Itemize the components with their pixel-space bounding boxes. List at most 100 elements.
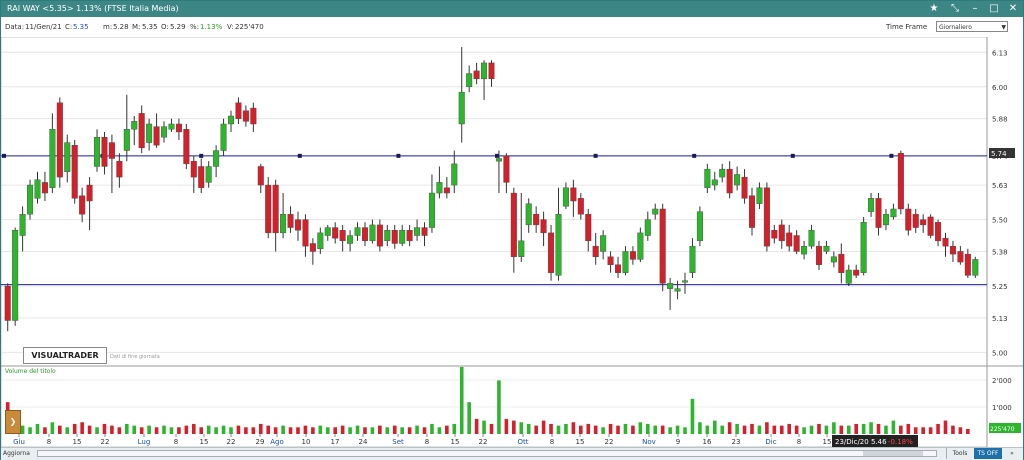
candle-body <box>964 253 971 276</box>
candle-body <box>897 152 904 210</box>
candle-body <box>354 227 361 236</box>
pct-value: 1.13% <box>200 23 223 31</box>
volume-bar <box>809 425 814 434</box>
candle-body <box>64 142 71 172</box>
close-icon[interactable]: ✕ <box>1004 1 1022 17</box>
volume-bar <box>244 427 248 434</box>
volume-bar <box>154 427 159 434</box>
star-icon[interactable]: ★ <box>925 1 943 17</box>
volume-bar <box>325 427 330 434</box>
volume-bar <box>206 425 211 434</box>
candle-body <box>369 224 376 242</box>
scrollbar-thumb[interactable] <box>863 451 923 456</box>
volume-bar <box>608 423 613 434</box>
candle-body <box>86 184 93 202</box>
minimize-icon[interactable]: – <box>966 1 984 17</box>
candle-body <box>659 208 666 284</box>
date-tick: 8 <box>425 438 429 446</box>
candle-body <box>882 214 889 226</box>
candle-body <box>250 107 257 125</box>
candle-body <box>562 187 569 207</box>
date-tick: 29 <box>256 438 265 446</box>
date-tick: 15 <box>451 438 460 446</box>
volume-bar <box>132 425 137 434</box>
pin-icon[interactable]: ⤡ <box>946 1 964 17</box>
candle-body <box>116 160 123 178</box>
candle-body <box>637 232 644 260</box>
volume-bar <box>899 425 903 434</box>
date-tick: 15 <box>823 438 832 446</box>
date-tick: 10 <box>302 438 311 446</box>
volume-bar <box>221 425 226 434</box>
candle-body <box>19 214 26 236</box>
volume-bar <box>370 427 375 434</box>
volume-bar <box>690 398 695 434</box>
price-chart[interactable]: 6.13 6.00 5.88 5.74 5.63 5.50 5.38 5.25 5.13 5.00… <box>1 37 1023 447</box>
volume-bar <box>623 423 628 434</box>
candle-body <box>525 203 532 226</box>
price-tick: 5.88 <box>992 116 1008 124</box>
candle-body <box>108 142 115 159</box>
volume-bar <box>913 427 918 434</box>
volume-bar <box>400 427 404 434</box>
price-marker: 5.74 <box>989 148 1015 158</box>
cursor-date: 23/Dic/20 5.46 <box>835 438 887 446</box>
volume-bar <box>556 425 561 434</box>
candle-body <box>763 187 770 247</box>
candle-body <box>138 113 145 149</box>
volume-bar <box>846 425 851 434</box>
volume-bar <box>28 427 32 434</box>
volume-bar <box>110 425 114 434</box>
volume-bar <box>869 422 873 434</box>
candle-body <box>213 150 220 167</box>
volume-bar <box>20 425 25 434</box>
candle-body <box>555 214 562 276</box>
candle-body <box>592 245 599 257</box>
volume-bar <box>928 427 933 434</box>
candle-body <box>302 219 309 247</box>
volume-bar <box>861 423 866 434</box>
candle-body <box>533 214 540 226</box>
volume-bar <box>742 425 747 434</box>
candle-body <box>577 198 584 215</box>
candle-body <box>406 230 413 242</box>
cursor-tooltip: 23/Dic/20 5.46 -0.18% <box>832 435 918 447</box>
volume-bar <box>779 425 784 434</box>
volume-tick: 2'000 <box>992 377 1012 385</box>
volume-bar <box>482 420 486 434</box>
volume-bar <box>504 418 509 434</box>
volume-bar <box>750 423 754 434</box>
volume-pane-label: Volume del titolo <box>5 368 56 375</box>
candle-body <box>294 219 301 231</box>
volume-bar <box>35 423 40 434</box>
candle-body <box>830 256 837 263</box>
timeframe-select[interactable]: Giornaliero ▼ <box>936 21 1008 32</box>
date-value: 11/Gen/21 <box>25 23 62 31</box>
candle-body <box>414 227 421 236</box>
candle-body <box>875 198 882 228</box>
candle-body <box>808 230 815 247</box>
candle-body <box>615 264 622 273</box>
volume-bar <box>125 423 129 434</box>
candle-body <box>347 235 354 244</box>
volume-bar <box>184 425 189 434</box>
volume-bar <box>95 427 99 434</box>
candle-body <box>183 129 190 165</box>
maximize-icon[interactable]: □ <box>985 1 1003 17</box>
volume-bar <box>876 423 881 434</box>
tools-button[interactable]: Tools <box>946 448 973 459</box>
volume-bar <box>199 427 204 434</box>
volume-bar <box>378 425 382 434</box>
volume-bar <box>660 425 665 434</box>
candle-body <box>421 227 428 236</box>
candle-body <box>607 256 614 265</box>
close-label: C: <box>65 23 73 31</box>
volume-bar <box>549 423 553 434</box>
candle-body <box>689 245 696 273</box>
more-button[interactable]: » <box>1004 448 1020 459</box>
horizontal-scrollbar[interactable] <box>37 450 937 457</box>
refresh-button[interactable]: Aggiorna <box>3 449 33 458</box>
ts-off-button[interactable]: TS OFF <box>974 448 1002 459</box>
volume-value: 225'470 <box>235 23 264 31</box>
expand-panel-handle[interactable]: ❯ <box>5 410 21 434</box>
